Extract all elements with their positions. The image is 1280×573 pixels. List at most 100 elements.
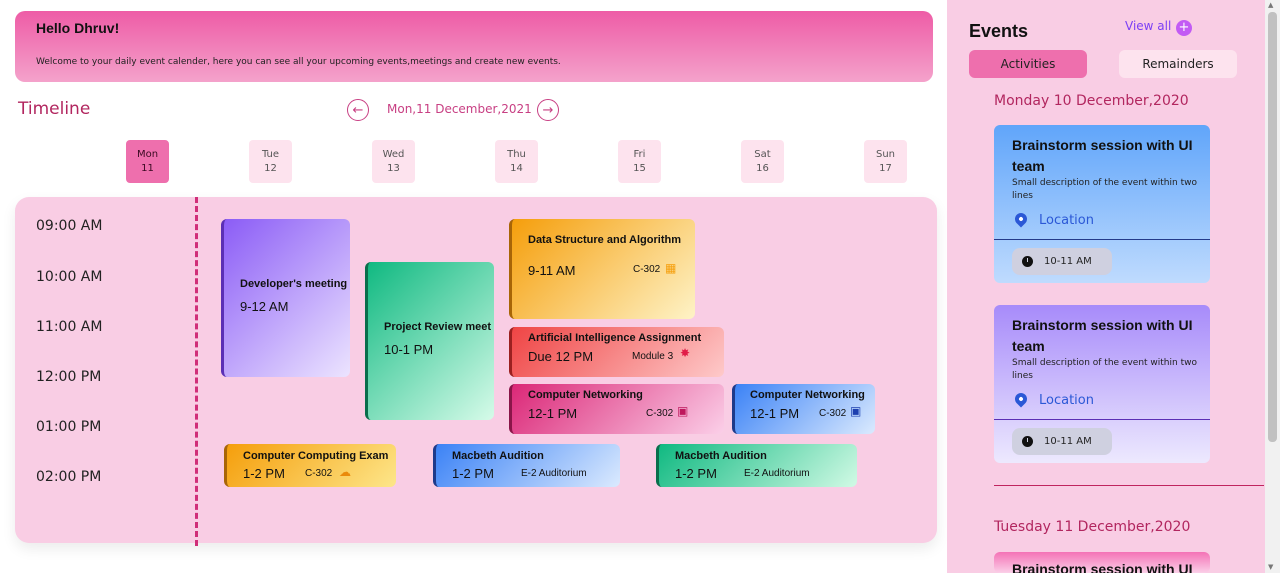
event-summary-card[interactable]: Brainstorm session with UI team Small de… bbox=[994, 125, 1210, 283]
event-room: C-302 bbox=[646, 408, 674, 419]
event-summary-card[interactable]: Brainstorm session with UI team bbox=[994, 552, 1210, 573]
day-thu[interactable]: Thu 14 bbox=[495, 140, 538, 183]
event-card[interactable]: Macbeth Audition 1-2 PM E-2 Auditorium bbox=[656, 444, 857, 487]
day-number: 13 bbox=[387, 163, 400, 174]
event-room: C-302 bbox=[633, 264, 661, 275]
day-wed[interactable]: Wed 13 bbox=[372, 140, 415, 183]
event-title: Developer's meeting bbox=[240, 278, 348, 290]
greeting-heading: Hello Dhruv! bbox=[36, 20, 120, 36]
card-title: Brainstorm session with UI team bbox=[1012, 561, 1193, 573]
arrow-right-circle-icon[interactable]: → bbox=[537, 99, 559, 121]
scrollbar[interactable]: ▲ ▼ bbox=[1265, 0, 1280, 573]
card-divider bbox=[994, 239, 1210, 240]
day-name: Sat bbox=[754, 149, 771, 160]
day-mon[interactable]: Mon 11 bbox=[126, 140, 169, 183]
day-name: Sun bbox=[875, 149, 896, 160]
event-group-date: Tuesday 11 December,2020 bbox=[994, 519, 1191, 535]
event-time: 9-12 AM bbox=[240, 299, 289, 314]
event-title: Project Review meet bbox=[384, 321, 491, 333]
event-room: E-2 Auditorium bbox=[744, 468, 810, 479]
app-root: Hello Dhruv! Welcome to your daily event… bbox=[0, 0, 1280, 573]
event-card[interactable]: Computer Networking 12-1 PM C-302 ▣ bbox=[732, 384, 875, 434]
card-time: 10-11 AM bbox=[1044, 256, 1092, 267]
clock-icon bbox=[1022, 256, 1033, 267]
event-module: Module 3 bbox=[632, 351, 674, 362]
event-card[interactable]: Computer Networking 12-1 PM C-302 ▣ bbox=[509, 384, 724, 434]
day-name: Wed bbox=[382, 149, 405, 160]
card-description: Small description of the event within tw… bbox=[1012, 178, 1197, 201]
event-time: 1-2 PM bbox=[452, 466, 494, 481]
event-time: 10-1 PM bbox=[384, 342, 434, 357]
events-sidebar bbox=[947, 0, 1265, 573]
card-location[interactable]: Location bbox=[1039, 213, 1094, 228]
event-title: Artificial Intelligence Assignment bbox=[528, 332, 702, 344]
event-title: Data Structure and Algorithm bbox=[528, 234, 681, 246]
location-pin-icon bbox=[1012, 390, 1030, 408]
cloud-icon: ☁ bbox=[339, 465, 351, 479]
card-title: Brainstorm session with UI team bbox=[1012, 137, 1193, 174]
tab-reminders[interactable]: Remainders bbox=[1119, 50, 1237, 78]
welcome-banner: Hello Dhruv! Welcome to your daily event… bbox=[15, 11, 933, 82]
day-name: Tue bbox=[261, 149, 280, 160]
day-number: 17 bbox=[879, 163, 892, 174]
event-time: Due 12 PM bbox=[528, 349, 594, 364]
bulb-icon: ✸ bbox=[680, 346, 691, 360]
scroll-down-icon[interactable]: ▼ bbox=[1268, 563, 1273, 571]
card-time: 10-11 AM bbox=[1044, 436, 1092, 447]
event-card[interactable]: Artificial Intelligence Assignment Due 1… bbox=[509, 327, 724, 377]
day-number: 15 bbox=[633, 163, 646, 174]
day-number: 16 bbox=[756, 163, 769, 174]
scroll-up-icon[interactable]: ▲ bbox=[1268, 1, 1273, 9]
view-all-link[interactable]: View all bbox=[1125, 19, 1171, 33]
event-card[interactable]: Data Structure and Algorithm 9-11 AM C-3… bbox=[509, 219, 695, 319]
event-time: 1-2 PM bbox=[675, 466, 717, 481]
event-summary-card[interactable]: Brainstorm session with UI team Small de… bbox=[994, 305, 1210, 463]
time-label: 02:00 PM bbox=[36, 469, 102, 485]
current-date-label: Mon,11 December,2021 bbox=[387, 102, 532, 116]
day-tue[interactable]: Tue 12 bbox=[249, 140, 292, 183]
event-title: Macbeth Audition bbox=[452, 450, 544, 462]
current-time-divider bbox=[195, 197, 198, 546]
events-title: Events bbox=[969, 21, 1029, 41]
event-card[interactable]: Computer Computing Exam 1-2 PM C-302 ☁ bbox=[224, 444, 396, 487]
day-name: Mon bbox=[136, 149, 159, 160]
day-number: 12 bbox=[264, 163, 277, 174]
day-name: Thu bbox=[507, 149, 526, 160]
event-time: 9-11 AM bbox=[528, 263, 576, 278]
event-title: Macbeth Audition bbox=[675, 450, 767, 462]
event-title: Computer Computing Exam bbox=[243, 450, 389, 462]
location-pin-icon bbox=[1012, 210, 1030, 228]
event-time: 12-1 PM bbox=[528, 406, 578, 421]
scrollbar-thumb[interactable] bbox=[1268, 12, 1277, 442]
event-room: C-302 bbox=[819, 408, 847, 419]
tab-activities[interactable]: Activities bbox=[969, 50, 1087, 78]
event-card[interactable]: Project Review meet 10-1 PM bbox=[365, 262, 494, 420]
event-title: Computer Networking bbox=[750, 389, 865, 401]
day-name: Fri bbox=[633, 149, 646, 160]
event-card[interactable]: Developer's meeting 9-12 AM bbox=[221, 219, 350, 377]
group-divider bbox=[994, 485, 1264, 486]
day-number: 11 bbox=[141, 163, 154, 174]
day-number: 14 bbox=[510, 163, 523, 174]
day-sat[interactable]: Sat 16 bbox=[741, 140, 784, 183]
card-description: Small description of the event within tw… bbox=[1012, 358, 1197, 381]
event-time: 1-2 PM bbox=[243, 466, 285, 481]
timeline-title: Timeline bbox=[18, 99, 91, 119]
event-card[interactable]: Macbeth Audition 1-2 PM E-2 Auditorium bbox=[433, 444, 620, 487]
time-label: 09:00 AM bbox=[36, 218, 103, 234]
monitor-icon: ▣ bbox=[677, 404, 689, 418]
event-room: E-2 Auditorium bbox=[521, 468, 587, 479]
day-sun[interactable]: Sun 17 bbox=[864, 140, 907, 183]
time-label: 12:00 PM bbox=[36, 369, 102, 385]
plus-circle-icon[interactable]: + bbox=[1176, 20, 1192, 36]
time-pill: 10-11 AM bbox=[1012, 248, 1112, 275]
monitor-icon: ▣ bbox=[850, 404, 862, 418]
day-fri[interactable]: Fri 15 bbox=[618, 140, 661, 183]
card-location[interactable]: Location bbox=[1039, 393, 1094, 408]
event-title: Computer Networking bbox=[528, 389, 643, 401]
arrow-left-circle-icon[interactable]: ← bbox=[347, 99, 369, 121]
event-room: C-302 bbox=[305, 468, 333, 479]
presentation-icon: ▦ bbox=[665, 261, 677, 275]
event-group-date: Monday 10 December,2020 bbox=[994, 93, 1189, 109]
card-divider bbox=[994, 419, 1210, 420]
